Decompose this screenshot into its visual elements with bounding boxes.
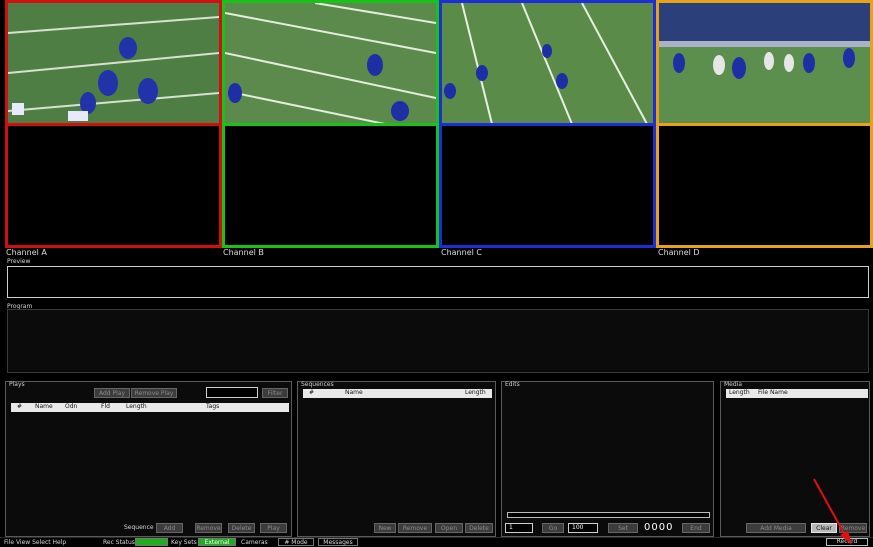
channel-a-label: Channel A xyxy=(6,248,47,257)
preview-title: Preview xyxy=(7,258,31,265)
football-scene-c xyxy=(442,3,653,124)
sequence-new-button[interactable]: New xyxy=(374,523,396,533)
edits-counter: 0000 xyxy=(644,522,674,533)
football-scene-d xyxy=(659,3,870,124)
add-play-button[interactable]: Add Play xyxy=(94,388,130,398)
sequence-delete-button[interactable]: Delete xyxy=(465,523,493,533)
plays-filter-button[interactable]: Filter xyxy=(262,388,288,398)
add-media-button[interactable]: Add Media xyxy=(746,523,806,533)
menu-text[interactable]: File View Select Help xyxy=(4,539,66,546)
edits-speed-field[interactable]: 100 xyxy=(568,523,598,533)
media-col-filename: File Name xyxy=(758,389,788,396)
rec-status-indicator xyxy=(135,538,168,546)
external-indicator[interactable]: External xyxy=(198,538,236,546)
plays-col-odn: Odn xyxy=(65,403,78,410)
sequences-col-length: Length xyxy=(465,389,486,396)
channel-a-preview[interactable] xyxy=(5,123,222,248)
plays-play-button[interactable]: Play xyxy=(260,523,287,533)
plays-col-num: # xyxy=(17,403,23,410)
sequences-col-num: # xyxy=(309,389,315,396)
plays-remove-button[interactable]: Remove xyxy=(195,523,222,533)
football-scene-b xyxy=(225,3,436,124)
key-sets-label: Key Sets xyxy=(171,539,197,546)
channel-c-preview[interactable] xyxy=(439,123,656,248)
plays-filter-input[interactable] xyxy=(206,387,258,398)
channel-c-label: Channel C xyxy=(441,248,482,257)
edits-end-button[interactable]: End xyxy=(682,523,710,533)
plays-add-button[interactable]: Add xyxy=(156,523,183,533)
plays-col-length: Length xyxy=(126,403,147,410)
plays-delete-button[interactable]: Delete xyxy=(228,523,255,533)
preview-strip[interactable] xyxy=(7,266,869,298)
program-strip[interactable] xyxy=(7,309,869,373)
sequences-col-name: Name xyxy=(345,389,363,396)
edits-title: Edits xyxy=(505,381,520,388)
edits-panel: Edits 1 Go 100 Set 0000 End xyxy=(501,381,714,537)
edits-start-field[interactable]: 1 xyxy=(505,523,533,533)
football-scene-a xyxy=(8,3,219,124)
channel-d-label: Channel D xyxy=(658,248,700,257)
channel-b-video[interactable] xyxy=(222,0,439,127)
sequences-table-header: # Name Length xyxy=(303,389,492,398)
channel-b-label: Channel B xyxy=(223,248,264,257)
cameras-label: Cameras xyxy=(241,539,268,546)
plays-col-fld: Fld xyxy=(101,403,110,410)
plays-col-tags: Tags xyxy=(206,403,220,410)
rec-status-label: Rec Status xyxy=(103,539,135,546)
plays-title: Plays xyxy=(9,381,25,388)
channel-d-video[interactable] xyxy=(656,0,873,127)
edits-progress-bar xyxy=(507,512,710,518)
sequence-remove-button[interactable]: Remove xyxy=(398,523,432,533)
edits-go-button[interactable]: Go xyxy=(542,523,564,533)
channel-a-video[interactable] xyxy=(5,0,222,127)
plays-table-header: # Name Odn Fld Length Tags xyxy=(11,403,289,412)
media-col-length: Length xyxy=(729,389,750,396)
sequence-label: Sequence xyxy=(124,524,154,531)
plays-col-name: Name xyxy=(35,403,53,410)
sequences-panel: Sequences # Name Length New Remove Open … xyxy=(297,381,496,537)
edits-speed-value: 100 xyxy=(572,524,584,531)
red-annotation-arrow xyxy=(813,478,852,545)
media-table-header: Length File Name xyxy=(726,389,868,398)
messages-indicator[interactable]: Messages xyxy=(318,538,358,546)
edits-start-value: 1 xyxy=(509,524,513,531)
sequences-title: Sequences xyxy=(301,381,334,388)
mode-indicator[interactable]: # Mode xyxy=(278,538,314,546)
plays-panel: Plays Add Play Remove Play Filter # Name… xyxy=(5,381,292,537)
sequence-open-button[interactable]: Open xyxy=(435,523,463,533)
media-title: Media xyxy=(724,381,743,388)
channel-c-video[interactable] xyxy=(439,0,656,127)
edits-set-button[interactable]: Set xyxy=(608,523,638,533)
channel-d-preview[interactable] xyxy=(656,123,873,248)
channel-b-preview[interactable] xyxy=(222,123,439,248)
remove-play-button[interactable]: Remove Play xyxy=(131,388,177,398)
